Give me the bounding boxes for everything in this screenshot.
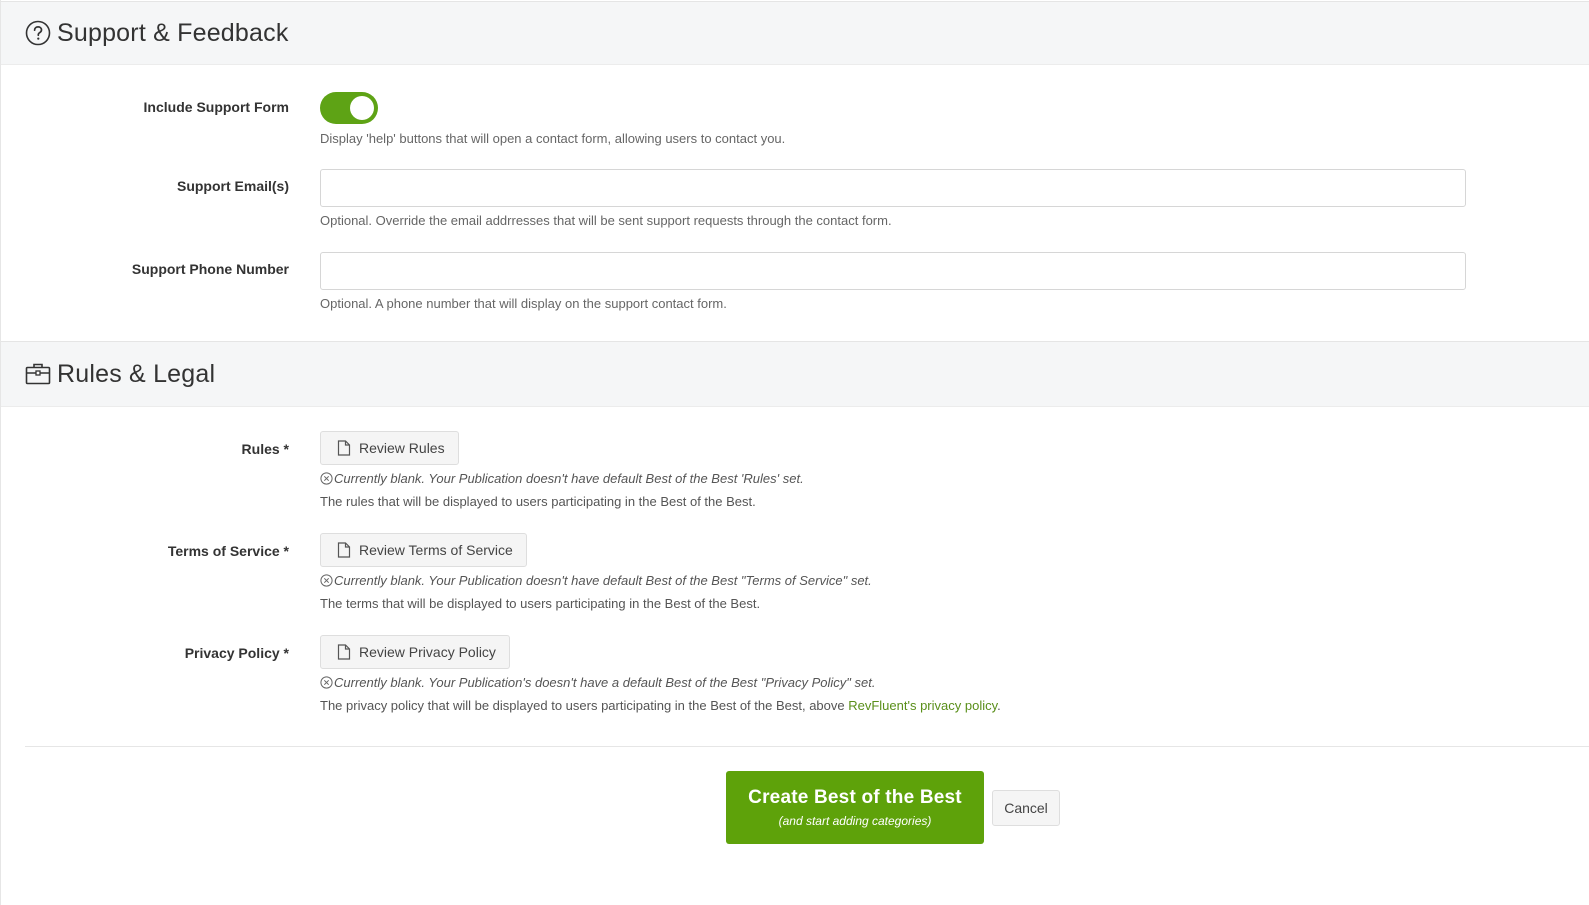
form-divider xyxy=(25,746,1589,747)
document-icon xyxy=(337,440,351,456)
review-privacy-label: Review Privacy Policy xyxy=(359,644,496,660)
review-rules-button[interactable]: Review Rules xyxy=(320,431,459,465)
rules-blank-text: Currently blank. Your Publication doesn'… xyxy=(334,471,804,486)
support-emails-help: Optional. Override the email addrresses … xyxy=(320,213,892,228)
support-emails-field: Optional. Override the email addrresses … xyxy=(320,169,1466,228)
privacy-desc-prefix: The privacy policy that will be displaye… xyxy=(320,698,849,713)
support-emails-label: Support Email(s) xyxy=(176,178,289,194)
support-phone-field: Optional. A phone number that will displ… xyxy=(320,252,1466,311)
review-privacy-button[interactable]: Review Privacy Policy xyxy=(320,635,510,669)
terms-description: The terms that will be displayed to user… xyxy=(320,596,761,611)
rules-section-header: Rules & Legal xyxy=(1,341,1589,407)
rules-blank-note: Currently blank. Your Publication doesn'… xyxy=(320,471,804,486)
support-phone-help: Optional. A phone number that will displ… xyxy=(320,296,727,311)
terms-blank-text: Currently blank. Your Publication doesn'… xyxy=(334,573,872,588)
create-button-sublabel: (and start adding categories) xyxy=(778,814,932,828)
form-page: Support & Feedback Include Support Form … xyxy=(0,0,1589,905)
terms-blank-note: Currently blank. Your Publication doesn'… xyxy=(320,573,872,588)
privacy-field: Review Privacy Policy Currently blank. Y… xyxy=(320,635,1001,713)
rules-section-title: Rules & Legal xyxy=(57,359,216,388)
circle-x-icon xyxy=(320,472,333,485)
support-section-title: Support & Feedback xyxy=(57,18,289,47)
privacy-blank-text: Currently blank. Your Publication's does… xyxy=(334,675,876,690)
review-terms-label: Review Terms of Service xyxy=(359,542,513,558)
revfluent-privacy-link[interactable]: RevFluent's privacy policy xyxy=(848,698,997,713)
privacy-description: The privacy policy that will be displaye… xyxy=(320,698,1001,713)
circle-x-icon xyxy=(320,574,333,587)
terms-field: Review Terms of Service Currently blank.… xyxy=(320,533,872,611)
toggle-knob xyxy=(350,96,374,120)
document-icon xyxy=(337,542,351,558)
support-phone-label: Support Phone Number xyxy=(131,261,289,277)
question-circle-icon xyxy=(25,20,51,46)
rules-field: Review Rules Currently blank. Your Publi… xyxy=(320,431,804,509)
rules-description: The rules that will be displayed to user… xyxy=(320,494,756,509)
circle-x-icon xyxy=(320,676,333,689)
support-emails-input[interactable] xyxy=(320,169,1466,207)
create-best-of-the-best-button[interactable]: Create Best of the Best (and start addin… xyxy=(726,771,984,844)
support-phone-input[interactable] xyxy=(320,252,1466,290)
rules-label: Rules * xyxy=(241,441,289,457)
privacy-desc-suffix: . xyxy=(997,698,1001,713)
privacy-label: Privacy Policy * xyxy=(184,645,289,661)
briefcase-icon xyxy=(25,361,51,387)
cancel-button[interactable]: Cancel xyxy=(992,790,1060,826)
include-support-form-help: Display 'help' buttons that will open a … xyxy=(320,131,786,146)
review-rules-label: Review Rules xyxy=(359,440,445,456)
review-terms-button[interactable]: Review Terms of Service xyxy=(320,533,527,567)
support-section-header: Support & Feedback xyxy=(1,1,1589,65)
document-icon xyxy=(337,644,351,660)
privacy-blank-note: Currently blank. Your Publication's does… xyxy=(320,675,1001,690)
include-support-form-field: Display 'help' buttons that will open a … xyxy=(320,92,785,146)
create-button-label: Create Best of the Best xyxy=(748,787,962,808)
include-support-form-toggle[interactable] xyxy=(320,92,378,124)
terms-label: Terms of Service * xyxy=(167,543,289,559)
include-support-form-label: Include Support Form xyxy=(143,99,289,115)
